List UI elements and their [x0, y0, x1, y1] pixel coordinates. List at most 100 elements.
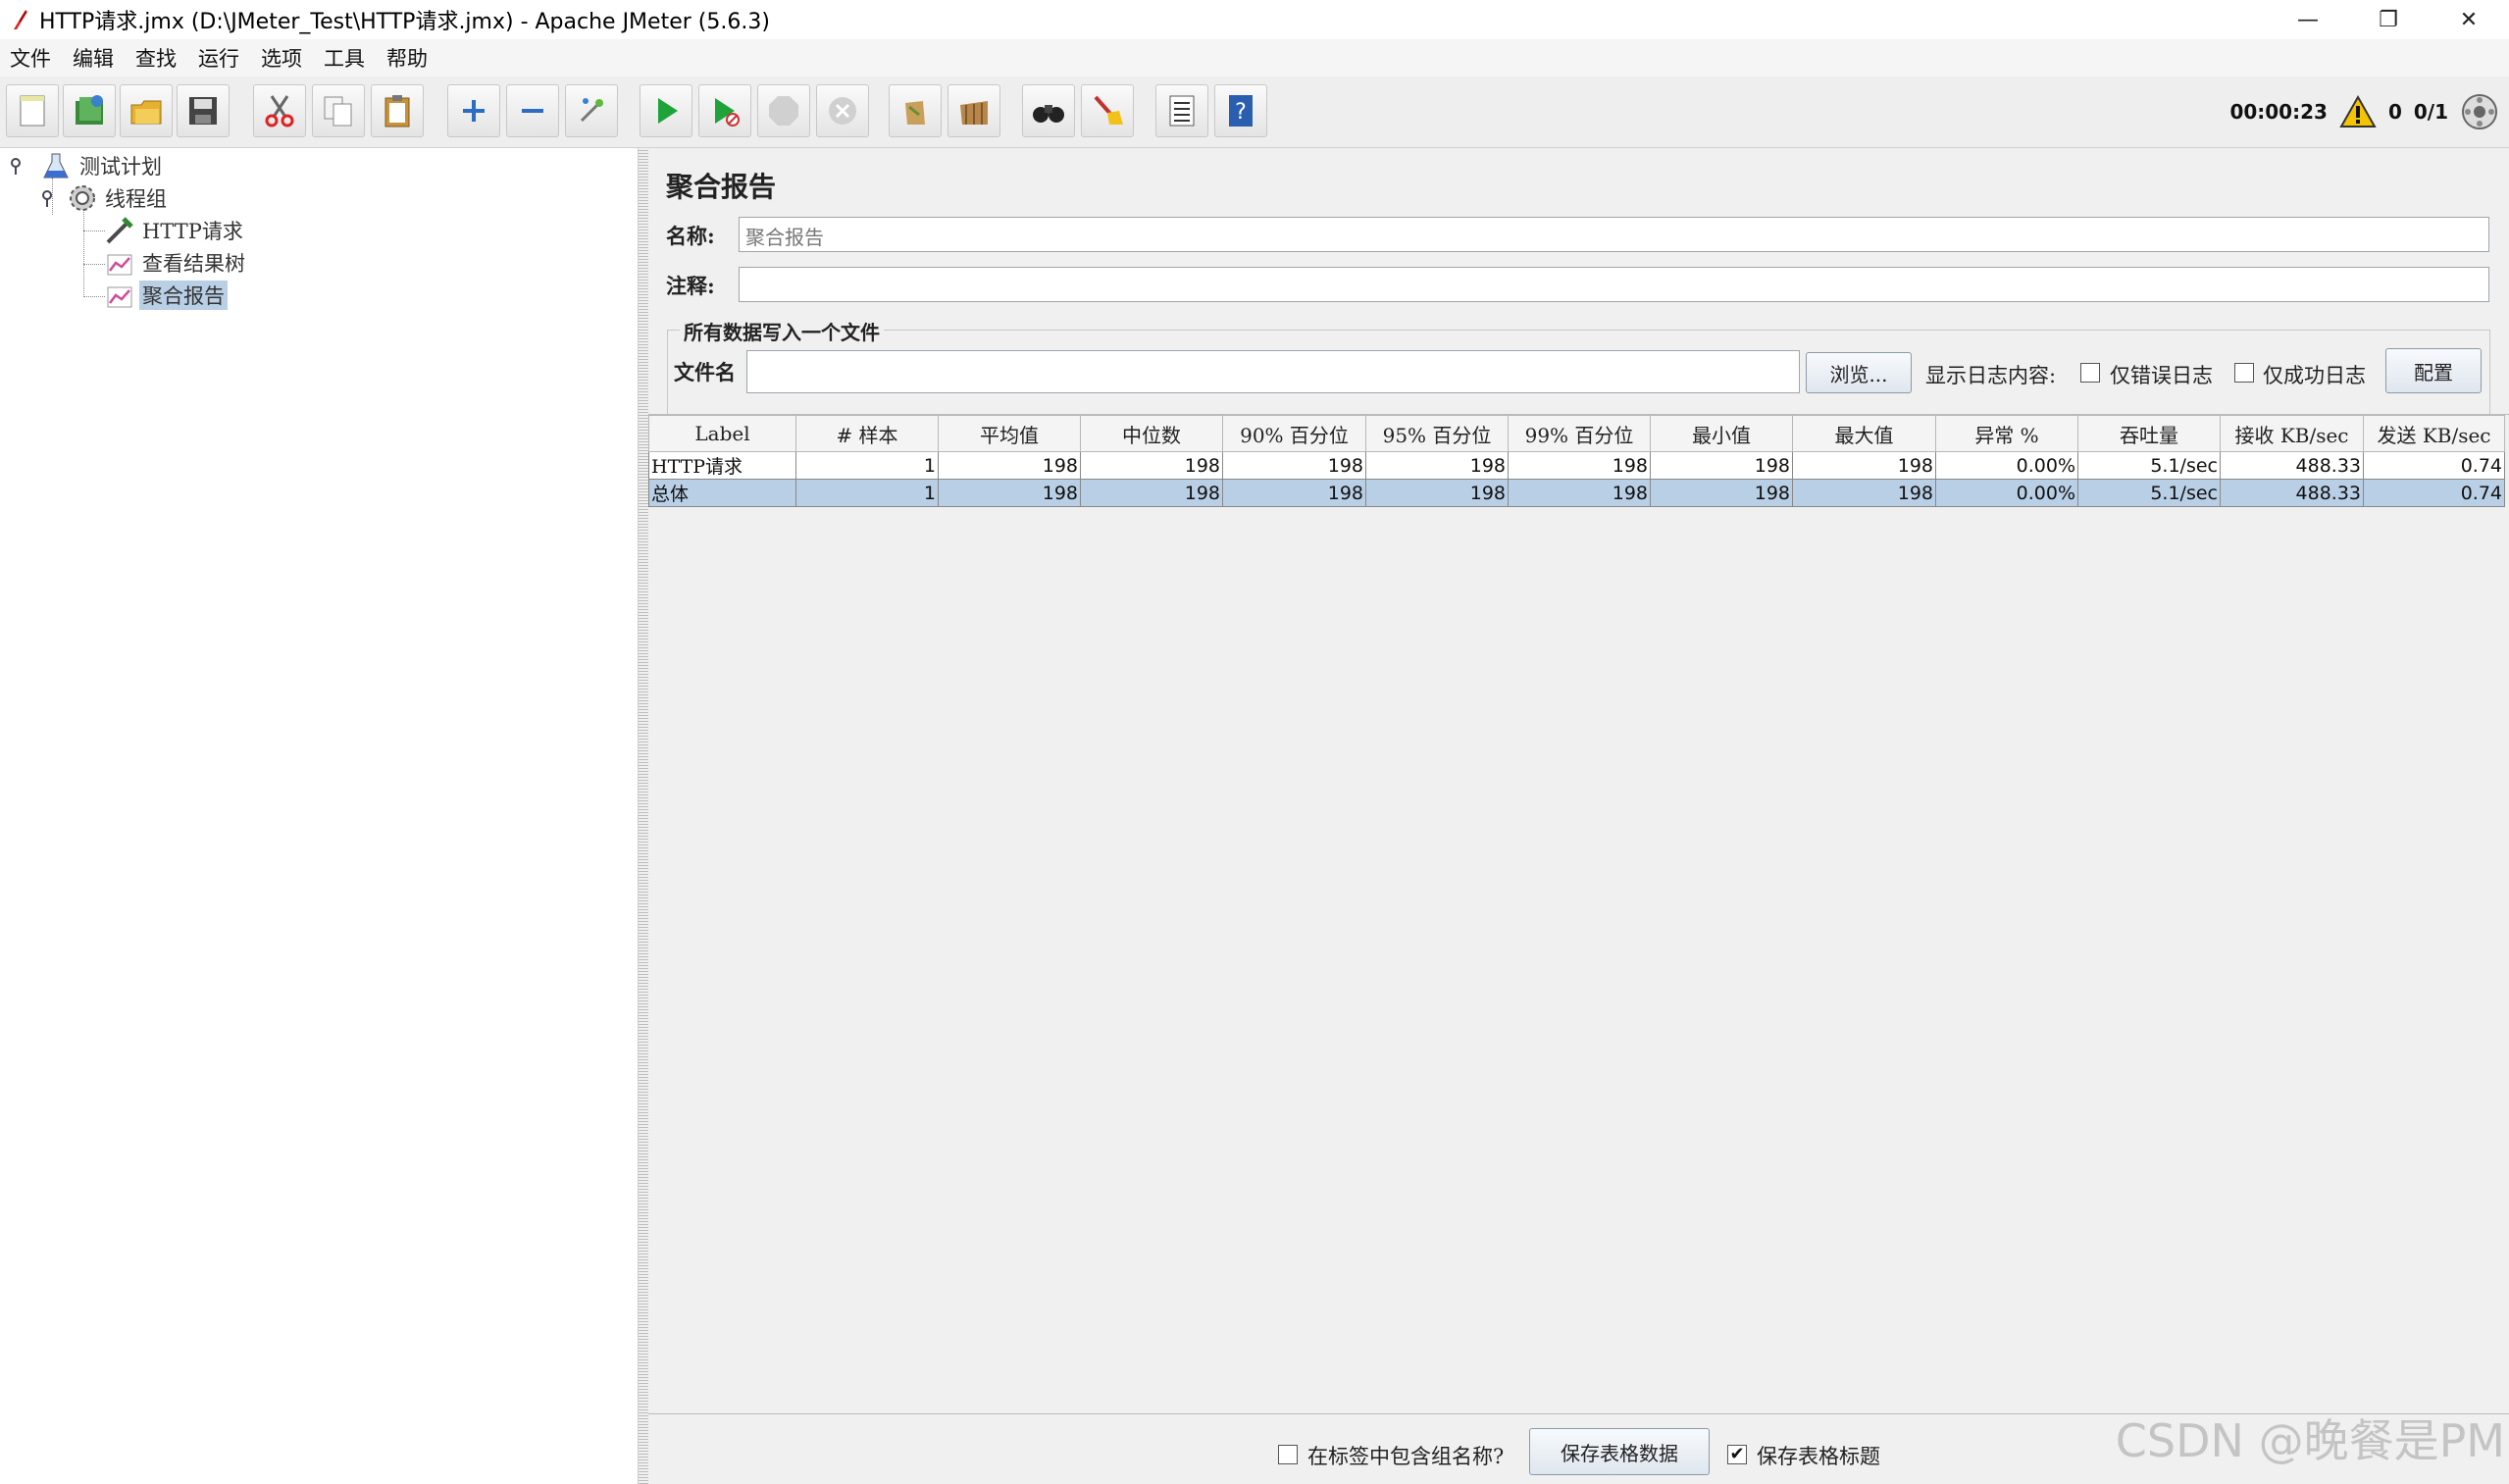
- comment-field[interactable]: [739, 267, 2489, 302]
- collapse-button[interactable]: [506, 84, 559, 137]
- toggle-button[interactable]: [565, 84, 618, 137]
- browse-button[interactable]: 浏览...: [1806, 352, 1912, 393]
- binoculars-icon: [1033, 105, 1064, 123]
- reset-search-broom-icon: [1094, 95, 1123, 125]
- save-icon: [189, 97, 217, 125]
- search-button[interactable]: [1022, 84, 1075, 137]
- shutdown-button[interactable]: [816, 84, 869, 137]
- table-cell: 198: [1650, 479, 1793, 507]
- restore-button[interactable]: ❐: [2348, 0, 2429, 39]
- thread-group-gear-icon: [70, 185, 95, 211]
- tree-item-http-request[interactable]: HTTP请求: [104, 215, 246, 246]
- table-cell: 198: [1222, 451, 1366, 480]
- jmeter-feather-icon: [14, 10, 27, 29]
- column-header[interactable]: 接收 KB/sec: [2220, 415, 2364, 452]
- clear-button[interactable]: [889, 84, 942, 137]
- filename-field[interactable]: [746, 350, 1800, 393]
- column-header[interactable]: 平均值: [938, 415, 1081, 452]
- save-button[interactable]: [177, 84, 230, 137]
- aggregate-table: Label # 样本 平均值 中位数 90% 百分位 95% 百分位 99% 百…: [648, 415, 2505, 507]
- expand-button[interactable]: [447, 84, 500, 137]
- column-header[interactable]: 最大值: [1792, 415, 1936, 452]
- start-no-pauses-button[interactable]: [698, 84, 751, 137]
- help-book-icon: ?: [1229, 95, 1253, 127]
- status-area: 00:00:23 0 0/1: [2229, 90, 2499, 133]
- warning-count: 0: [2387, 100, 2402, 124]
- table-cell: 198: [938, 479, 1081, 507]
- column-header[interactable]: Label: [648, 415, 796, 452]
- toggle-wand-icon: [580, 98, 603, 123]
- warning-icon[interactable]: [2339, 95, 2377, 128]
- success-only-checkbox[interactable]: [2234, 363, 2254, 383]
- paste-button[interactable]: [371, 84, 424, 137]
- column-header[interactable]: 95% 百分位: [1365, 415, 1509, 452]
- new-button[interactable]: [6, 84, 59, 137]
- table-cell: 1: [795, 479, 939, 507]
- table-cell: 0.74: [2363, 451, 2505, 480]
- templates-button[interactable]: [63, 84, 116, 137]
- expand-handle-icon[interactable]: [8, 155, 29, 177]
- errors-only-checkbox[interactable]: [2080, 363, 2100, 383]
- column-header[interactable]: 90% 百分位: [1222, 415, 1366, 452]
- tree-item-label: 测试计划: [79, 155, 162, 179]
- reset-search-button[interactable]: [1081, 84, 1134, 137]
- menu-help[interactable]: 帮助: [386, 43, 428, 73]
- minimize-button[interactable]: —: [2268, 0, 2348, 39]
- list-icon: [1169, 95, 1195, 127]
- function-helper-button[interactable]: [1155, 84, 1208, 137]
- start-button[interactable]: [640, 84, 692, 137]
- tree-item-thread-group[interactable]: 线程组: [39, 182, 170, 214]
- table-cell: 198: [938, 451, 1081, 480]
- clear-all-broom-icon: [960, 101, 988, 125]
- save-table-data-button[interactable]: 保存表格数据: [1529, 1428, 1710, 1475]
- include-group-name-label: 在标签中包含组名称?: [1307, 1445, 1505, 1468]
- expand-handle-icon[interactable]: [39, 187, 61, 209]
- save-table-header-checkbox[interactable]: ✔: [1727, 1445, 1747, 1464]
- menu-run[interactable]: 运行: [198, 43, 239, 73]
- menu-search[interactable]: 查找: [135, 43, 177, 73]
- configure-button[interactable]: 配置: [2385, 348, 2482, 393]
- table-cell: 0.00%: [1935, 451, 2078, 480]
- column-header[interactable]: 最小值: [1650, 415, 1793, 452]
- watermark: CSDN @晚餐是PM: [2115, 1414, 2505, 1467]
- tree-item-label: 聚合报告: [139, 281, 228, 310]
- table-row[interactable]: 总体 1 198 198 198 198 198 198 198 0.00% 5…: [648, 479, 2505, 507]
- panel-splitter[interactable]: [639, 148, 648, 1484]
- open-button[interactable]: [120, 84, 173, 137]
- table-cell: 198: [1792, 479, 1936, 507]
- table-cell: 198: [1365, 451, 1509, 480]
- name-field[interactable]: 聚合报告: [739, 217, 2489, 252]
- column-header[interactable]: 异常 %: [1935, 415, 2078, 452]
- help-button[interactable]: ?: [1214, 84, 1267, 137]
- toolbar: ?: [0, 77, 2509, 148]
- copy-button[interactable]: [312, 84, 365, 137]
- column-header[interactable]: 发送 KB/sec: [2363, 415, 2505, 452]
- close-button[interactable]: ✕: [2429, 0, 2509, 39]
- table-cell: 198: [1650, 451, 1793, 480]
- paste-icon: [384, 95, 410, 128]
- copy-icon: [324, 96, 352, 127]
- cut-button[interactable]: [253, 84, 306, 137]
- column-header[interactable]: 99% 百分位: [1508, 415, 1651, 452]
- include-group-name-checkbox[interactable]: [1278, 1445, 1298, 1464]
- table-row[interactable]: HTTP请求 1 198 198 198 198 198 198 198 0.0…: [648, 451, 2505, 480]
- tree-item-test-plan[interactable]: 测试计划: [8, 150, 165, 181]
- column-header[interactable]: # 样本: [795, 415, 939, 452]
- column-header[interactable]: 吞吐量: [2077, 415, 2221, 452]
- menu-options[interactable]: 选项: [261, 43, 302, 73]
- tree-item-results-tree[interactable]: 查看结果树: [104, 247, 248, 279]
- tree-item-aggregate-report[interactable]: 聚合报告: [104, 280, 228, 311]
- table-cell: 198: [1080, 479, 1223, 507]
- panel-title: 聚合报告: [666, 171, 777, 203]
- menu-file[interactable]: 文件: [10, 43, 51, 73]
- stop-button[interactable]: [757, 84, 810, 137]
- menu-tools[interactable]: 工具: [324, 43, 365, 73]
- table-cell: 1: [795, 451, 939, 480]
- clear-all-button[interactable]: [947, 84, 1000, 137]
- menu-edit[interactable]: 编辑: [73, 43, 114, 73]
- table-cell: HTTP请求: [648, 451, 796, 480]
- column-header[interactable]: 中位数: [1080, 415, 1223, 452]
- templates-icon: [76, 95, 103, 125]
- new-icon: [20, 95, 45, 127]
- elapsed-time: 00:00:23: [2229, 100, 2328, 124]
